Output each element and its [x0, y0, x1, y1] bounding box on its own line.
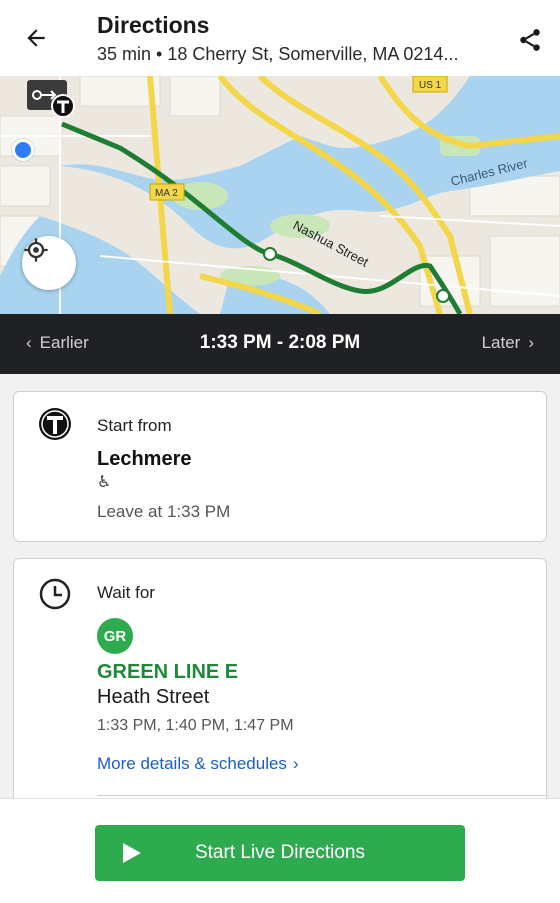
start-station-marker[interactable]	[27, 80, 77, 124]
leave-time: Leave at 1:33 PM	[97, 502, 231, 521]
divider	[97, 795, 547, 796]
start-stop-name: Lechmere	[97, 448, 192, 470]
arrow-back-icon	[27, 29, 45, 47]
shield-ma: MA 2	[149, 183, 185, 201]
step-card-wait[interactable]: Wait for GR GREEN LINE E Heath Street 1:…	[13, 558, 547, 798]
step-label: Start from	[97, 416, 172, 435]
line-name: GREEN LINE E	[97, 661, 239, 683]
start-live-directions-label: Start Live Directions	[194, 842, 365, 863]
back-button[interactable]	[18, 20, 54, 56]
crosshair-icon	[24, 238, 48, 262]
trip-time-range: 1:33 PM - 2:08 PM	[199, 332, 361, 353]
bottom-bar: Start Live Directions	[0, 798, 560, 903]
share-icon	[520, 29, 540, 51]
later-button[interactable]: Later ›	[482, 333, 534, 353]
clock-icon	[39, 578, 71, 610]
map-canvas: Charles River Nashua Street US 1 MA 2	[0, 76, 560, 314]
app-header: Directions 35 min • 18 Cherry St, Somerv…	[0, 0, 560, 76]
page-title: Directions	[97, 12, 210, 38]
departure-times: 1:33 PM, 1:40 PM, 1:47 PM	[97, 717, 294, 734]
start-live-directions-button[interactable]: Start Live Directions	[95, 825, 465, 881]
steps-list[interactable]: Start from Lechmere ♿ Leave at 1:33 PM W…	[0, 374, 560, 798]
share-button[interactable]	[510, 20, 550, 60]
green-line-badge: GR	[97, 618, 133, 654]
transit-t-icon	[39, 408, 71, 440]
current-location-dot	[12, 139, 34, 161]
headsign: Heath Street	[97, 686, 210, 708]
route-map[interactable]: Charles River Nashua Street US 1 MA 2	[0, 76, 560, 314]
wheelchair-icon: ♿	[97, 474, 112, 491]
later-label: Later	[481, 333, 521, 352]
trip-summary: 35 min • 18 Cherry St, Somerville, MA 02…	[97, 44, 459, 64]
chevron-right-icon: ›	[528, 333, 534, 352]
more-details-link[interactable]: More details & schedules ›	[97, 754, 299, 774]
shield-us1: US 1	[412, 76, 448, 93]
svg-text:MA 2: MA 2	[155, 188, 178, 199]
step-card-start[interactable]: Start from Lechmere ♿ Leave at 1:33 PM	[13, 391, 547, 542]
my-location-button[interactable]	[22, 236, 76, 290]
chevron-right-icon: ›	[292, 754, 299, 773]
more-details-label: More details & schedules	[97, 754, 287, 773]
departure-time-bar: ‹ Earlier 1:33 PM - 2:08 PM Later ›	[0, 314, 560, 374]
step-label: Wait for	[97, 583, 155, 602]
svg-text:US 1: US 1	[419, 80, 442, 91]
